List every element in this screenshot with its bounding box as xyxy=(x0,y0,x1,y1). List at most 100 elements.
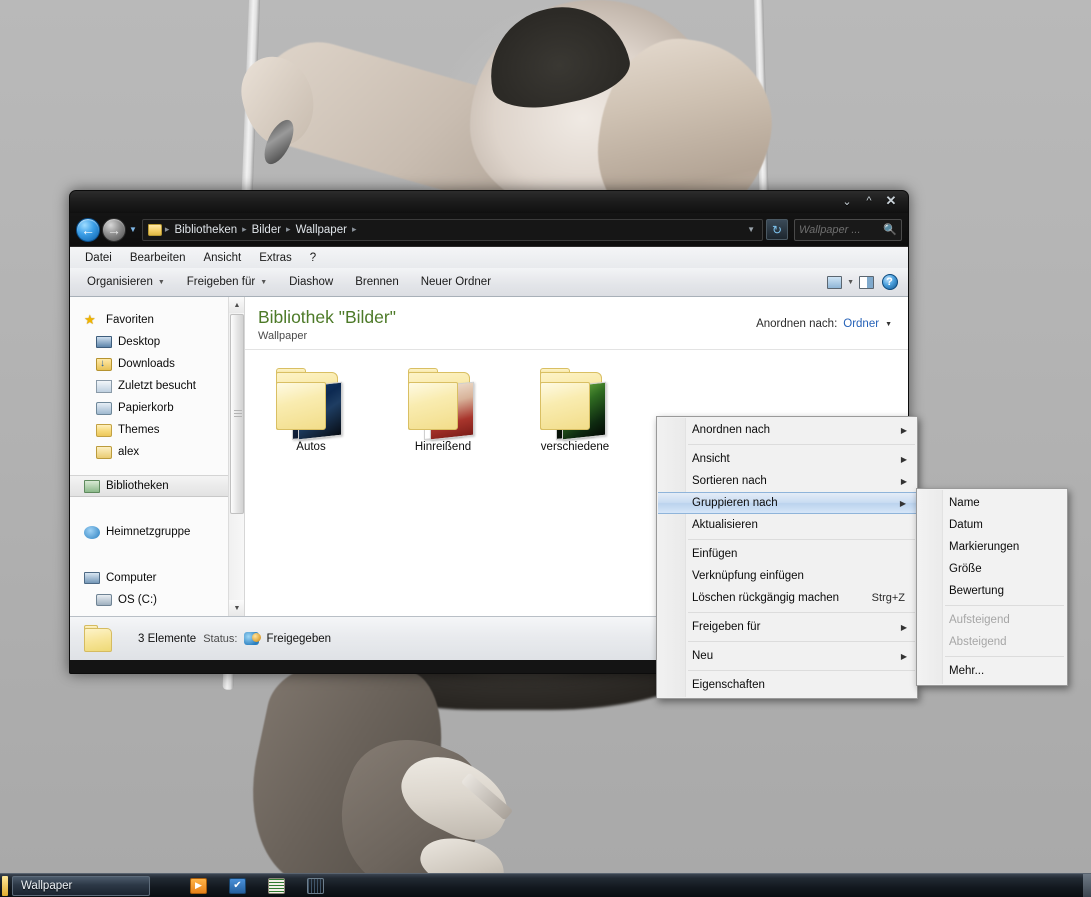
menu-extras[interactable]: Extras xyxy=(250,250,301,266)
menu-datei[interactable]: Datei xyxy=(76,250,121,266)
context-menu-item-eigenschaften[interactable]: Eigenschaften xyxy=(657,674,917,696)
arrange-by-value[interactable]: Ordner xyxy=(843,318,879,330)
context-menu-item-verknuepfung-einfuegen[interactable]: Verknüpfung einfügen xyxy=(657,565,917,587)
submenu-item-datum[interactable]: Datum xyxy=(917,514,1067,536)
context-menu-separator xyxy=(688,612,915,613)
chevron-down-icon[interactable]: ▼ xyxy=(885,321,892,328)
context-menu-item-sortieren-nach[interactable]: Sortieren nach ▶ xyxy=(657,470,917,492)
list-item[interactable]: verschiedene xyxy=(527,366,623,453)
sidebar-item-desktop-label: Desktop xyxy=(118,336,161,348)
context-menu-separator xyxy=(688,444,915,445)
menu-help[interactable]: ? xyxy=(301,250,325,266)
window-titlebar[interactable]: ⌄ ^ ✕ xyxy=(70,191,908,213)
list-item-label: verschiedene xyxy=(540,441,610,453)
submenu-item-name[interactable]: Name xyxy=(917,492,1067,514)
submenu-item-mehr[interactable]: Mehr... xyxy=(917,660,1067,682)
sidebar-item-downloads[interactable]: Downloads xyxy=(70,353,244,375)
search-input[interactable]: Wallpaper ... 🔍 xyxy=(794,218,902,241)
check-icon[interactable]: ✔ xyxy=(229,877,246,894)
back-button[interactable]: ← xyxy=(76,217,100,242)
quick-launch-bar: ▶ ✔ xyxy=(190,877,324,894)
submenu-arrow-icon: ▶ xyxy=(899,498,906,508)
list-item[interactable]: Hinreißend xyxy=(395,366,491,453)
submenu-item-bewertung[interactable]: Bewertung xyxy=(917,580,1067,602)
preview-pane-button[interactable] xyxy=(856,272,877,293)
context-menu-separator xyxy=(688,539,915,540)
status-folder-icon xyxy=(82,624,116,653)
keyboard-icon[interactable] xyxy=(307,877,324,894)
context-menu-item-label: Gruppieren nach xyxy=(692,497,778,509)
sidebar-item-heimnetzgruppe[interactable]: Heimnetzgruppe xyxy=(70,521,244,543)
minimize-button[interactable]: ⌄ xyxy=(836,192,858,210)
address-bar[interactable]: ▸ Bibliotheken ▸ Bilder ▸ Wallpaper ▸ ▼ xyxy=(141,218,763,241)
sidebar-item-themes[interactable]: Themes xyxy=(70,419,244,441)
group-by-submenu: Name Datum Markierungen Größe Bewertung … xyxy=(916,488,1068,686)
refresh-button[interactable]: ↻ xyxy=(766,219,788,240)
context-menu-item-label: Freigeben für xyxy=(692,621,761,633)
context-menu-item-label: Löschen rückgängig machen xyxy=(692,592,840,604)
sidebar-item-os-c[interactable]: OS (C:) xyxy=(70,589,244,611)
breadcrumb-wallpaper[interactable]: Wallpaper xyxy=(292,224,351,236)
sidebar-item-zuletzt-besucht[interactable]: Zuletzt besucht xyxy=(70,375,244,397)
sidebar-group-favoriten[interactable]: ★ Favoriten xyxy=(70,309,244,331)
submenu-item-markierungen[interactable]: Markierungen xyxy=(917,536,1067,558)
view-chevron-down-icon[interactable]: ▼ xyxy=(847,279,854,286)
sidebar-item-bibliotheken[interactable]: Bibliotheken xyxy=(70,475,244,497)
notes-icon[interactable] xyxy=(268,877,285,894)
help-button[interactable]: ? xyxy=(879,272,900,293)
sidebar-item-computer[interactable]: Computer xyxy=(70,567,244,589)
scrollbar-thumb[interactable] xyxy=(230,314,244,514)
recent-locations-caret-icon[interactable]: ▼ xyxy=(129,225,137,234)
menu-ansicht[interactable]: Ansicht xyxy=(194,250,250,266)
show-desktop-button[interactable] xyxy=(1083,874,1091,897)
taskbar-task-wallpaper[interactable]: Wallpaper xyxy=(12,875,150,896)
address-dropdown-caret-icon[interactable]: ▼ xyxy=(742,225,760,234)
context-menu-item-ansicht[interactable]: Ansicht ▶ xyxy=(657,448,917,470)
context-menu-item-loeschen-rueckgaengig[interactable]: Löschen rückgängig machen Strg+Z xyxy=(657,587,917,609)
change-view-button[interactable] xyxy=(824,272,845,293)
computer-icon xyxy=(84,572,100,584)
sidebar-item-papierkorb[interactable]: Papierkorb xyxy=(70,397,244,419)
sidebar-item-papierkorb-label: Papierkorb xyxy=(118,402,174,414)
scroll-down-arrow-icon[interactable]: ▼ xyxy=(229,600,244,616)
library-header-text: Bibliothek "Bilder" Wallpaper xyxy=(258,307,396,342)
context-menu-item-aktualisieren[interactable]: Aktualisieren xyxy=(657,514,917,536)
context-menu-item-neu[interactable]: Neu ▶ xyxy=(657,645,917,667)
breadcrumb-bilder[interactable]: Bilder xyxy=(248,224,285,236)
libraries-icon xyxy=(84,479,100,493)
scroll-up-arrow-icon[interactable]: ▲ xyxy=(229,297,244,313)
context-menu-item-gruppieren-nach[interactable]: Gruppieren nach ▶ xyxy=(658,492,916,514)
context-menu-item-freigeben-fuer[interactable]: Freigeben für ▶ xyxy=(657,616,917,638)
maximize-button[interactable]: ^ xyxy=(858,192,880,210)
close-button[interactable]: ✕ xyxy=(880,192,902,210)
forward-button[interactable]: → xyxy=(102,217,126,242)
window-controls: ⌄ ^ ✕ xyxy=(836,192,902,210)
menu-bearbeiten[interactable]: Bearbeiten xyxy=(121,250,195,266)
toolbar-brennen[interactable]: Brennen xyxy=(344,272,409,292)
submenu-separator xyxy=(945,605,1064,606)
media-player-icon[interactable]: ▶ xyxy=(190,877,207,894)
breadcrumb-separator-icon[interactable]: ▸ xyxy=(351,224,358,235)
arrange-by-control[interactable]: Anordnen nach: Ordner ▼ xyxy=(756,307,908,330)
start-button[interactable] xyxy=(2,875,8,896)
folder-icon xyxy=(96,423,112,437)
arrange-by-label: Anordnen nach: xyxy=(756,318,838,330)
scrollbar-grip-icon xyxy=(234,410,242,417)
sidebar-scrollbar[interactable]: ▲ ▼ xyxy=(228,297,244,616)
breadcrumb-bibliotheken[interactable]: Bibliotheken xyxy=(170,224,241,236)
toolbar-organisieren[interactable]: Organisieren ▼ xyxy=(76,272,176,292)
submenu-item-groesse[interactable]: Größe xyxy=(917,558,1067,580)
sidebar-item-desktop[interactable]: Desktop xyxy=(70,331,244,353)
toolbar-neuer-ordner[interactable]: Neuer Ordner xyxy=(410,272,502,292)
context-menu-item-anordnen-nach[interactable]: Anordnen nach ▶ xyxy=(657,419,917,441)
sidebar-item-themes-label: Themes xyxy=(118,424,160,436)
list-item[interactable]: Autos xyxy=(263,366,359,453)
toolbar-freigeben-fuer[interactable]: Freigeben für ▼ xyxy=(176,272,278,292)
search-icon: 🔍 xyxy=(883,224,897,236)
sidebar-item-alex[interactable]: alex xyxy=(70,441,244,463)
context-menu-item-einfuegen[interactable]: Einfügen xyxy=(657,543,917,565)
toolbar-diashow[interactable]: Diashow xyxy=(278,272,344,292)
navigation-bar: ← → ▼ ▸ Bibliotheken ▸ Bilder ▸ Wallpape… xyxy=(70,213,908,246)
